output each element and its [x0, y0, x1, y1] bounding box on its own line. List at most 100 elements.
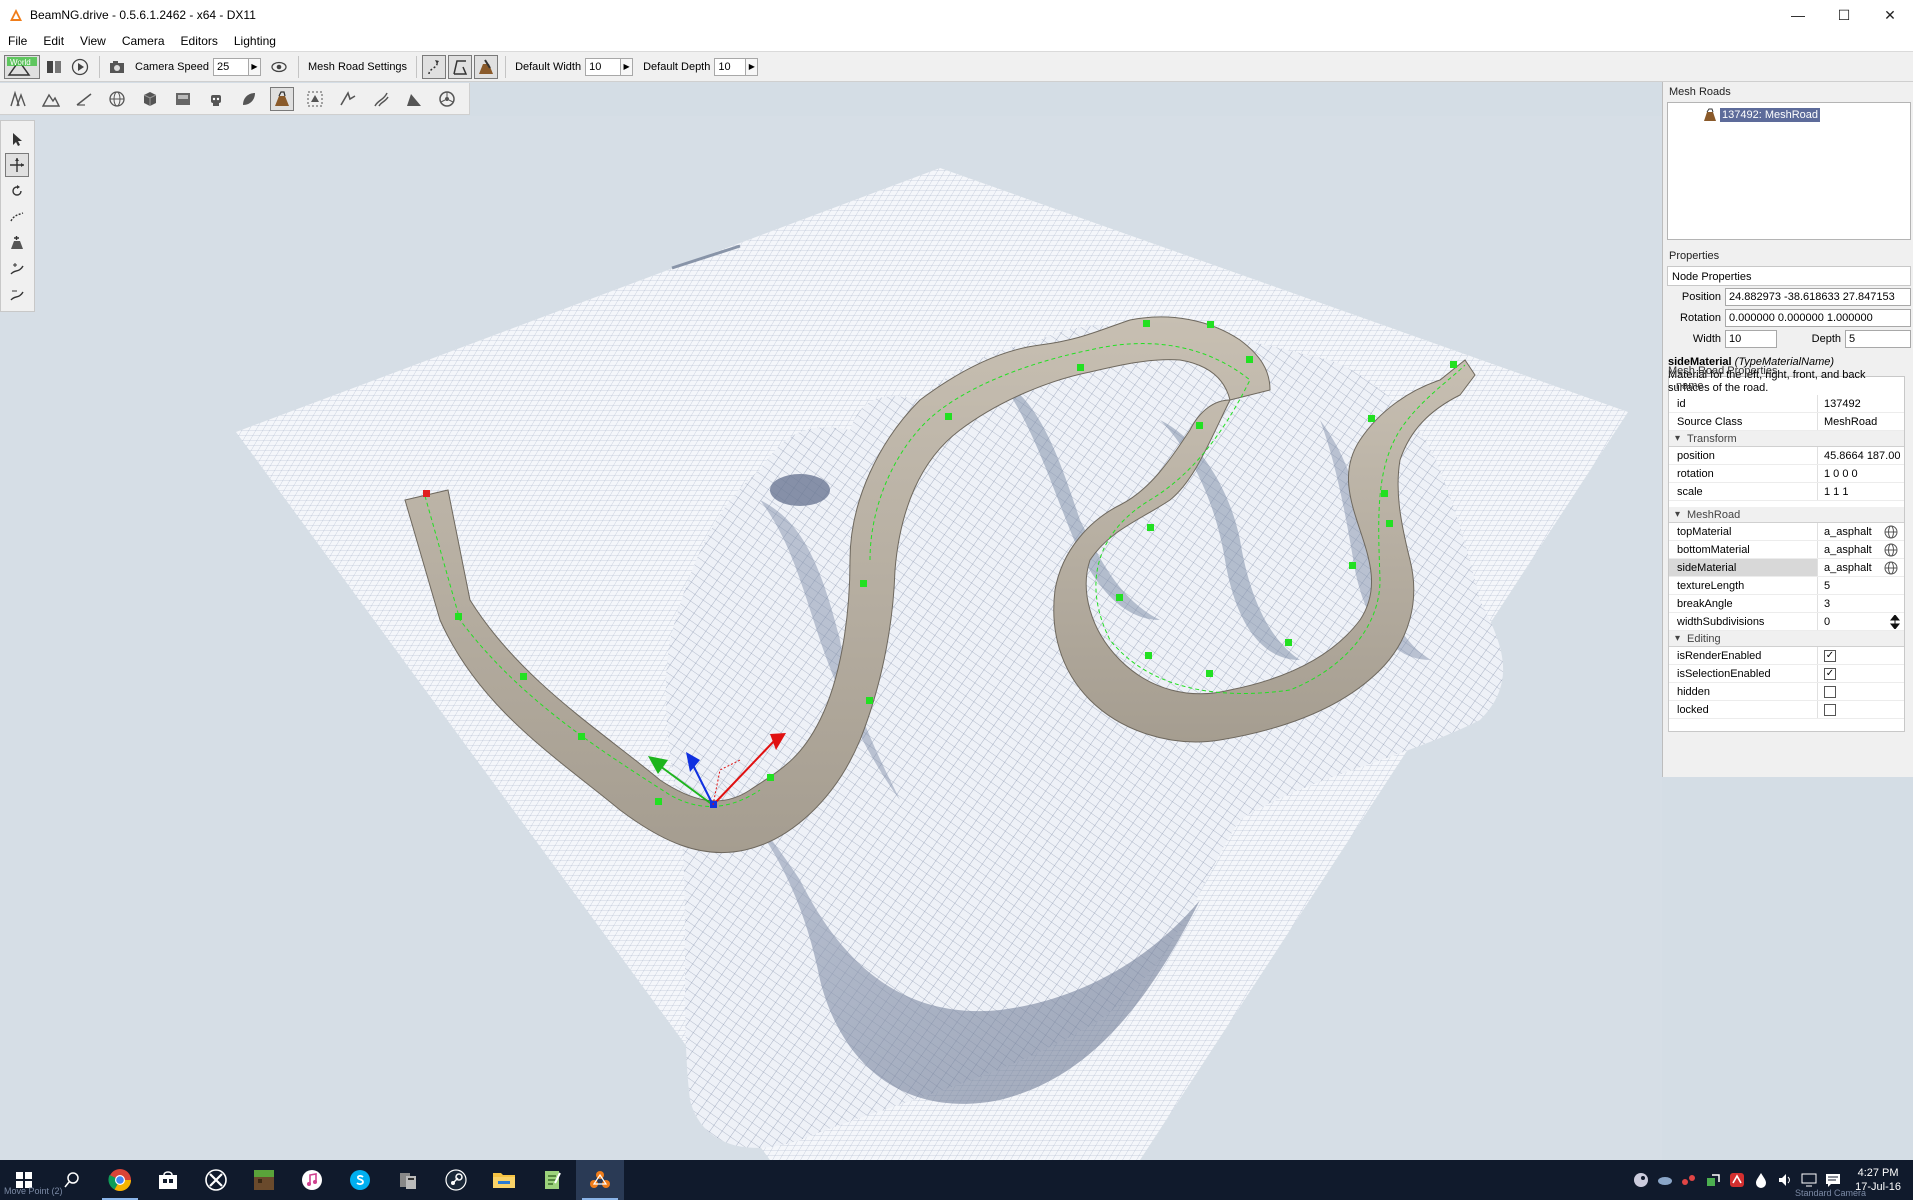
- terrain-editor-button[interactable]: [39, 87, 63, 111]
- scale-tool-button[interactable]: [5, 205, 29, 229]
- tray-sync[interactable]: [1703, 1170, 1723, 1190]
- group-editing[interactable]: Editing: [1669, 631, 1904, 647]
- node-position-field[interactable]: 24.882973 -38.618633 27.847153: [1725, 287, 1911, 306]
- material-picker-icon[interactable]: [1884, 525, 1898, 539]
- node-depth-field[interactable]: 5: [1845, 329, 1911, 348]
- id-value[interactable]: 137492: [1818, 395, 1904, 412]
- visibility-button[interactable]: [267, 55, 291, 79]
- taskbar-file-explorer[interactable]: [480, 1160, 528, 1200]
- tray-antivirus[interactable]: [1727, 1170, 1747, 1190]
- maximize-button[interactable]: ☐: [1821, 0, 1867, 30]
- world-editor-button[interactable]: World: [4, 54, 40, 79]
- inspector-row-break-angle: breakAngle 3: [1669, 595, 1904, 613]
- taskbar-chrome[interactable]: [96, 1160, 144, 1200]
- add-node-tool-button[interactable]: [5, 231, 29, 255]
- rotate-tool-button[interactable]: [5, 179, 29, 203]
- scale-value[interactable]: 1 1 1: [1818, 483, 1904, 500]
- tray-steam[interactable]: [1631, 1170, 1651, 1190]
- default-depth-spinner[interactable]: ▶: [746, 57, 759, 76]
- terrain-painter-button[interactable]: [72, 87, 96, 111]
- taskbar-notepad[interactable]: [528, 1160, 576, 1200]
- resize-cursor-icon: [1890, 614, 1900, 629]
- taskbar-skype[interactable]: [336, 1160, 384, 1200]
- inspector-row-locked: locked: [1669, 701, 1904, 719]
- camera-button[interactable]: [105, 55, 129, 79]
- material-editor-button[interactable]: [105, 87, 129, 111]
- material-picker-icon[interactable]: [1884, 543, 1898, 557]
- camera-speed-input[interactable]: 25: [213, 57, 249, 76]
- inspector-panel[interactable]: id137492 Source ClassMeshRoad Transform …: [1668, 376, 1905, 732]
- top-material-value[interactable]: a_asphalt: [1824, 523, 1872, 540]
- minimize-button[interactable]: —: [1775, 0, 1821, 30]
- road-create-button[interactable]: [474, 54, 499, 79]
- road-add-button[interactable]: [448, 54, 473, 79]
- forest-editor-button[interactable]: [237, 87, 261, 111]
- play-button[interactable]: [68, 55, 92, 79]
- mesh-road-icon: [1704, 108, 1716, 121]
- menu-file[interactable]: File: [0, 34, 35, 48]
- menu-view[interactable]: View: [72, 34, 114, 48]
- taskbar-itunes[interactable]: [288, 1160, 336, 1200]
- node-width-field[interactable]: 10: [1725, 329, 1777, 348]
- break-angle-value[interactable]: 3: [1818, 595, 1904, 612]
- bottom-material-value[interactable]: a_asphalt: [1824, 541, 1872, 558]
- taskbar-xbox[interactable]: [192, 1160, 240, 1200]
- default-width-input[interactable]: 10: [585, 57, 622, 76]
- taskbar-beamng[interactable]: [576, 1160, 624, 1200]
- shape-editor-button[interactable]: [402, 87, 426, 111]
- menu-edit[interactable]: Edit: [35, 34, 72, 48]
- vehicle-editor-button[interactable]: [435, 87, 459, 111]
- menu-camera[interactable]: Camera: [114, 34, 173, 48]
- mesh-roads-tree[interactable]: 137492: MeshRoad: [1667, 102, 1911, 240]
- texture-length-value[interactable]: 5: [1818, 577, 1904, 594]
- datablock-editor-button[interactable]: [171, 87, 195, 111]
- node-width-label: Width: [1692, 332, 1721, 345]
- decal-editor-button[interactable]: [303, 87, 327, 111]
- insert-node-tool-button[interactable]: [5, 257, 29, 281]
- road-select-button[interactable]: [422, 54, 447, 79]
- taskbar-media[interactable]: [384, 1160, 432, 1200]
- material-picker-icon[interactable]: [1884, 561, 1898, 575]
- taskbar-minecraft[interactable]: [240, 1160, 288, 1200]
- tray-notifications[interactable]: [1823, 1170, 1843, 1190]
- position-value[interactable]: 45.8664 187.00: [1818, 447, 1904, 464]
- terrain-painter-icon: [76, 92, 92, 106]
- object-editor-button[interactable]: [6, 87, 30, 111]
- default-width-spinner[interactable]: ▶: [621, 57, 634, 76]
- move-tool-button[interactable]: [4, 153, 29, 177]
- render-enabled-checkbox[interactable]: ✓: [1824, 649, 1836, 662]
- tray-network-a[interactable]: [1679, 1170, 1699, 1190]
- tray-volume[interactable]: [1775, 1170, 1795, 1190]
- tray-dropbox[interactable]: [1751, 1170, 1771, 1190]
- remove-node-tool-button[interactable]: [5, 283, 29, 307]
- river-editor-button[interactable]: [336, 87, 360, 111]
- menu-editors[interactable]: Editors: [173, 34, 226, 48]
- particle-editor-button[interactable]: [204, 87, 228, 111]
- camera-speed-spinner[interactable]: ▶: [249, 57, 261, 76]
- node-rotation-field[interactable]: 0.000000 0.000000 1.000000: [1725, 308, 1911, 327]
- group-transform[interactable]: Transform: [1669, 431, 1904, 447]
- hidden-checkbox[interactable]: [1824, 685, 1836, 698]
- group-meshroad[interactable]: MeshRoad: [1669, 507, 1904, 523]
- select-tool-button[interactable]: [5, 127, 29, 151]
- side-material-value[interactable]: a_asphalt: [1824, 559, 1872, 576]
- gui-editor-button[interactable]: [42, 55, 66, 79]
- 3d-viewport[interactable]: [0, 116, 1662, 1160]
- road-editor-button[interactable]: [369, 87, 393, 111]
- skype-icon: [350, 1170, 370, 1190]
- locked-checkbox[interactable]: [1824, 703, 1836, 716]
- beamng-app-icon: [10, 9, 22, 21]
- taskbar-steam[interactable]: [432, 1160, 480, 1200]
- default-depth-input[interactable]: 10: [714, 57, 747, 76]
- tray-display[interactable]: [1799, 1170, 1819, 1190]
- sketch-tool-button[interactable]: [138, 87, 162, 111]
- mesh-road-editor-button[interactable]: [270, 86, 294, 111]
- rotation-value[interactable]: 1 0 0 0: [1818, 465, 1904, 482]
- close-button[interactable]: ✕: [1867, 0, 1913, 30]
- tree-item-meshroad[interactable]: 137492: MeshRoad: [1702, 107, 1821, 123]
- menu-lighting[interactable]: Lighting: [226, 34, 284, 48]
- width-subdivisions-value[interactable]: 0: [1824, 613, 1830, 630]
- tray-cloud[interactable]: [1655, 1170, 1675, 1190]
- taskbar-store[interactable]: [144, 1160, 192, 1200]
- selection-enabled-checkbox[interactable]: ✓: [1824, 667, 1836, 680]
